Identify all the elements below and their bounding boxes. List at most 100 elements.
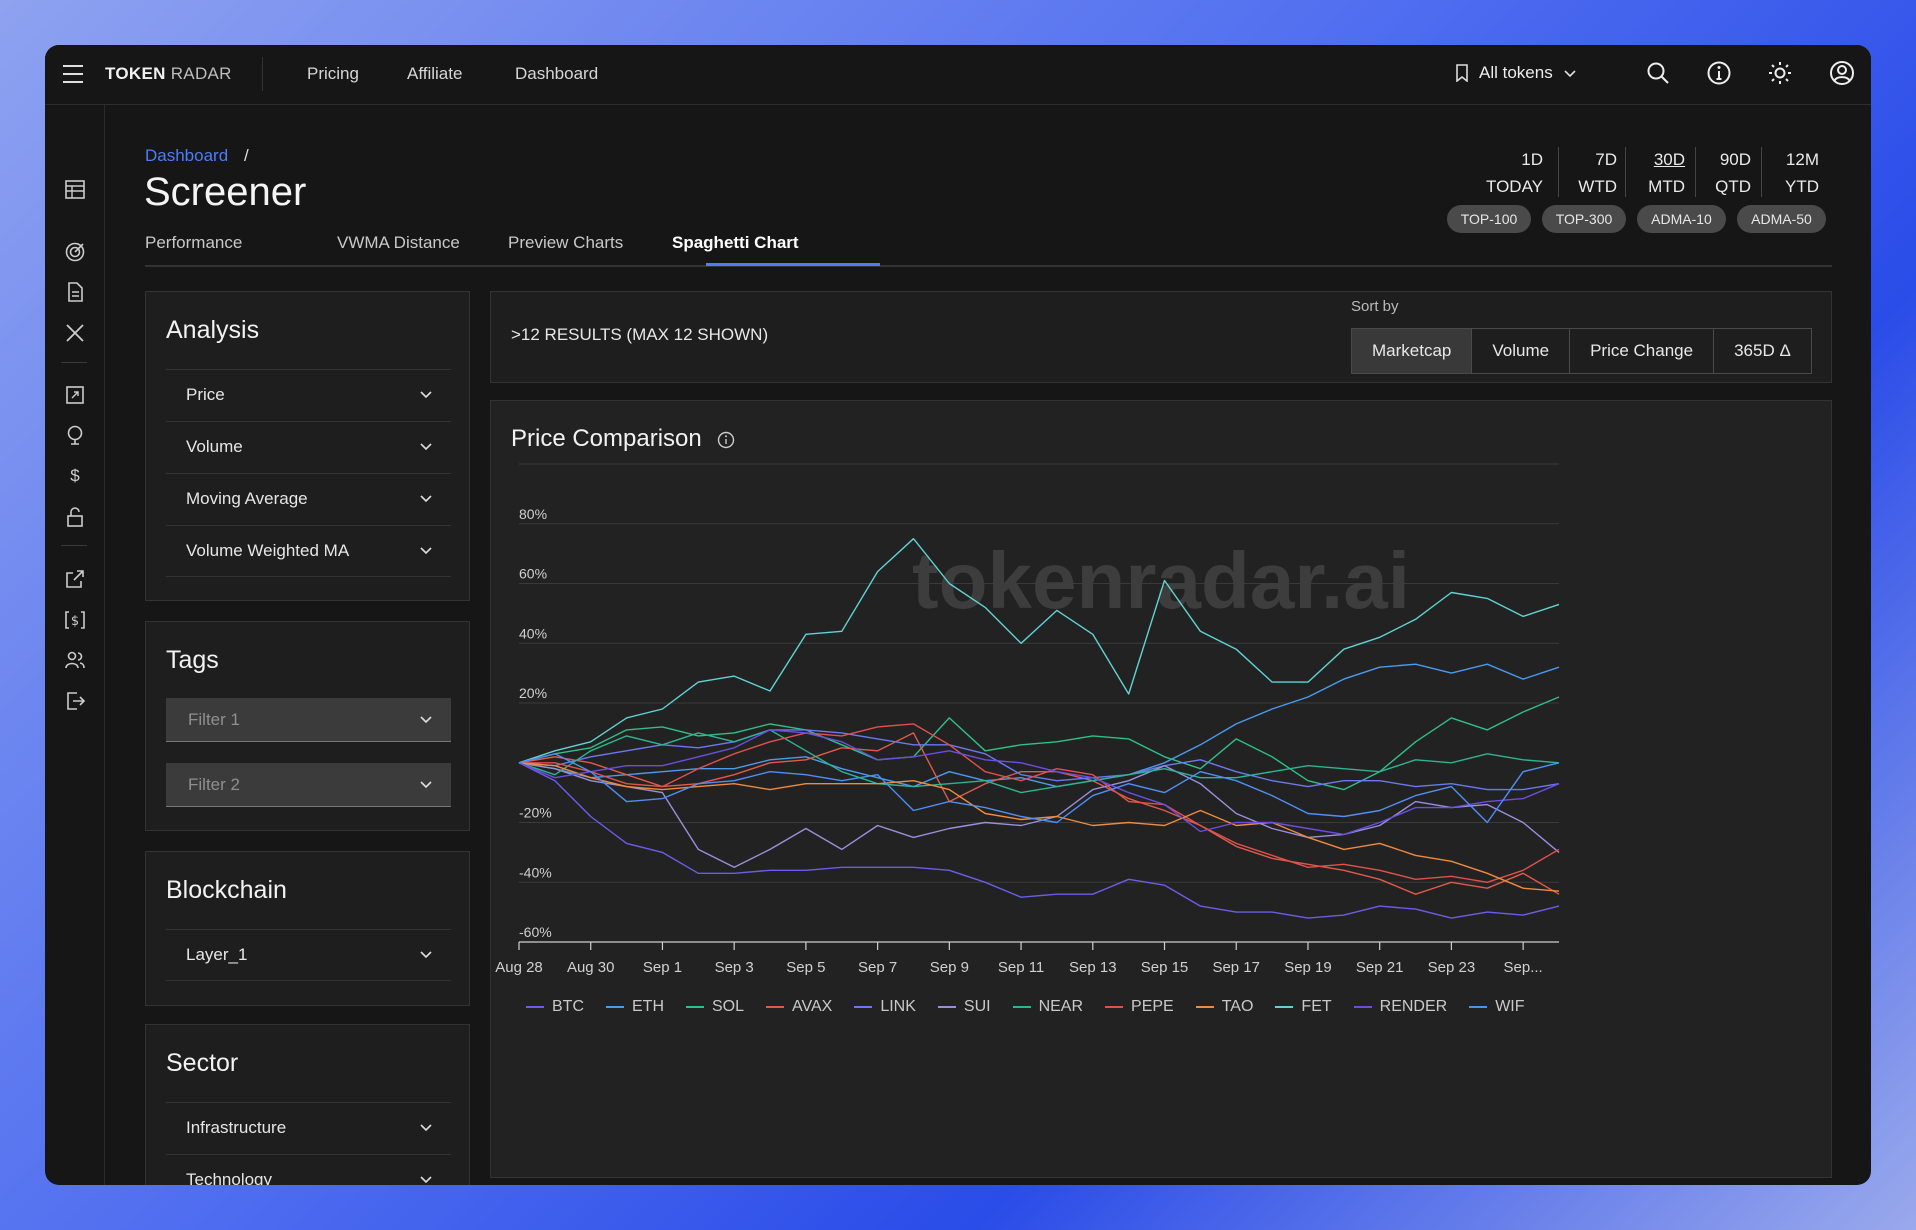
- calendar-icon[interactable]: [63, 177, 87, 201]
- x-tick-label: Aug 30: [567, 959, 615, 976]
- series-line-sol: [518, 696, 1560, 791]
- divider: [1558, 147, 1559, 197]
- nav-affiliate[interactable]: Affiliate: [407, 64, 462, 84]
- info-icon[interactable]: [1706, 60, 1732, 86]
- nav-dashboard[interactable]: Dashboard: [515, 64, 598, 84]
- legend-label: AVAX: [792, 998, 833, 1015]
- pill-top-100[interactable]: TOP-100: [1447, 205, 1531, 233]
- chevron-down-icon: [420, 781, 432, 789]
- token-selector[interactable]: All tokens: [1455, 63, 1577, 83]
- accordion-layer-1[interactable]: Layer_1: [166, 929, 451, 981]
- period-12m[interactable]: 12M YTD: [1785, 146, 1819, 200]
- x-tick-label: Sep 15: [1141, 959, 1189, 976]
- tags-panel: Tags Filter 1 Filter 2: [145, 621, 470, 831]
- accordion-infrastructure[interactable]: Infrastructure: [166, 1102, 451, 1154]
- globe-icon[interactable]: [63, 423, 87, 447]
- resize-icon[interactable]: [63, 383, 87, 407]
- external-link-icon[interactable]: [63, 567, 87, 591]
- period-7d[interactable]: 7D WTD: [1578, 146, 1617, 200]
- sort-price-change-button[interactable]: Price Change: [1570, 329, 1715, 373]
- watermark: tokenradar.ai: [912, 536, 1410, 625]
- legend-item-fet[interactable]: FET: [1275, 998, 1332, 1016]
- accordion-price[interactable]: Price: [166, 369, 451, 421]
- legend-item-avax[interactable]: AVAX: [766, 998, 832, 1016]
- legend-label: PEPE: [1131, 998, 1174, 1015]
- legend-item-sol[interactable]: SOL: [686, 998, 744, 1016]
- legend-label: RENDER: [1379, 998, 1448, 1015]
- legend-item-wif[interactable]: WIF: [1469, 998, 1525, 1016]
- nav-pricing[interactable]: Pricing: [307, 64, 359, 84]
- x-tick-label: Sep 1: [643, 959, 682, 976]
- tab-spaghetti-chart[interactable]: Spaghetti Chart: [672, 233, 799, 253]
- legend-swatch: [1275, 1006, 1294, 1008]
- pricing-icon[interactable]: $: [63, 608, 87, 632]
- document-icon[interactable]: [63, 280, 87, 304]
- legend-item-eth[interactable]: ETH: [606, 998, 664, 1016]
- legend-item-btc[interactable]: BTC: [526, 998, 584, 1016]
- sidebar-divider: [61, 545, 87, 546]
- legend-item-sui[interactable]: SUI: [937, 998, 991, 1016]
- chart-legend: BTC ETH SOL AVAX LINK SUI NEAR PEPE TAO FET RENDER…: [526, 998, 1547, 1016]
- breadcrumb-dashboard[interactable]: Dashboard: [145, 146, 228, 166]
- x-tick-label: Sep 11: [998, 959, 1044, 976]
- legend-item-render[interactable]: RENDER: [1353, 998, 1448, 1016]
- pill-adma-10[interactable]: ADMA-10: [1637, 205, 1726, 233]
- x-tick-label: Sep 7: [858, 959, 897, 976]
- legend-swatch: [526, 1006, 544, 1008]
- dollar-icon[interactable]: $: [63, 464, 87, 488]
- x-tick-label: Aug 28: [495, 959, 543, 976]
- results-count: >12 RESULTS (MAX 12 SHOWN): [511, 325, 769, 344]
- token-selector-label: All tokens: [1479, 63, 1553, 82]
- legend-label: TAO: [1221, 998, 1254, 1015]
- legend-item-tao[interactable]: TAO: [1195, 998, 1254, 1016]
- legend-label: BTC: [552, 998, 584, 1015]
- sort-marketcap-button[interactable]: Marketcap: [1352, 329, 1473, 373]
- analysis-panel: Analysis Price Volume Moving Average Vol…: [145, 291, 470, 601]
- legend-swatch: [1105, 1006, 1124, 1008]
- legend-swatch: [1012, 1006, 1031, 1008]
- legend-swatch: [606, 1006, 624, 1008]
- filter-1-select[interactable]: Filter 1: [166, 698, 451, 742]
- sun-icon[interactable]: [1767, 60, 1793, 86]
- tab-vwma-distance[interactable]: VWMA Distance: [337, 233, 460, 253]
- tags-title: Tags: [166, 646, 219, 674]
- users-icon[interactable]: [63, 648, 87, 672]
- user-avatar-icon[interactable]: [1829, 60, 1855, 86]
- legend-label: LINK: [880, 998, 916, 1015]
- x-tick-label: Sep 13: [1069, 959, 1117, 976]
- spaghetti-chart: 80% 60% 40% 20% -20% -40% -60% Aug 28 Aug 30 Sep …: [495, 463, 1560, 976]
- tab-performance[interactable]: Performance: [145, 233, 242, 253]
- accordion-technology[interactable]: Technology: [166, 1154, 451, 1185]
- logout-icon[interactable]: [63, 689, 87, 713]
- info-icon[interactable]: [717, 431, 735, 449]
- legend-item-near[interactable]: NEAR: [1012, 998, 1083, 1016]
- legend-label: SOL: [712, 998, 745, 1015]
- legend-label: SUI: [963, 998, 991, 1015]
- search-icon[interactable]: [1645, 60, 1671, 86]
- chevron-down-icon: [420, 716, 432, 724]
- pill-top-300[interactable]: TOP-300: [1542, 205, 1626, 233]
- sector-title: Sector: [166, 1049, 239, 1077]
- period-30d[interactable]: 30D MTD: [1648, 146, 1685, 200]
- period-90d[interactable]: 90D QTD: [1715, 146, 1751, 200]
- filter-2-select[interactable]: Filter 2: [166, 763, 451, 807]
- series-line-eth: [518, 663, 1560, 788]
- accordion-vwma[interactable]: Volume Weighted MA: [166, 525, 451, 577]
- accordion-moving-average[interactable]: Moving Average: [166, 473, 451, 525]
- sort-volume-button[interactable]: Volume: [1472, 329, 1571, 373]
- x-social-icon[interactable]: [63, 321, 87, 345]
- divider: [1695, 147, 1696, 197]
- legend-item-link[interactable]: LINK: [854, 998, 916, 1016]
- accordion-volume[interactable]: Volume: [166, 421, 451, 473]
- sort-365d-delta-button[interactable]: 365D Δ: [1714, 329, 1811, 373]
- pill-adma-50[interactable]: ADMA-50: [1737, 205, 1826, 233]
- unlock-icon[interactable]: [63, 505, 87, 529]
- top-bar: TOKEN RADAR Pricing Affiliate Dashboard …: [45, 45, 1871, 105]
- legend-item-pepe[interactable]: PEPE: [1105, 998, 1174, 1016]
- legend-swatch: [1469, 1006, 1488, 1008]
- period-1d[interactable]: 1D TODAY: [1486, 146, 1543, 200]
- menu-icon[interactable]: [63, 65, 83, 83]
- tab-preview-charts[interactable]: Preview Charts: [508, 233, 623, 253]
- target-icon[interactable]: [63, 240, 87, 264]
- logo[interactable]: TOKEN RADAR: [105, 64, 232, 84]
